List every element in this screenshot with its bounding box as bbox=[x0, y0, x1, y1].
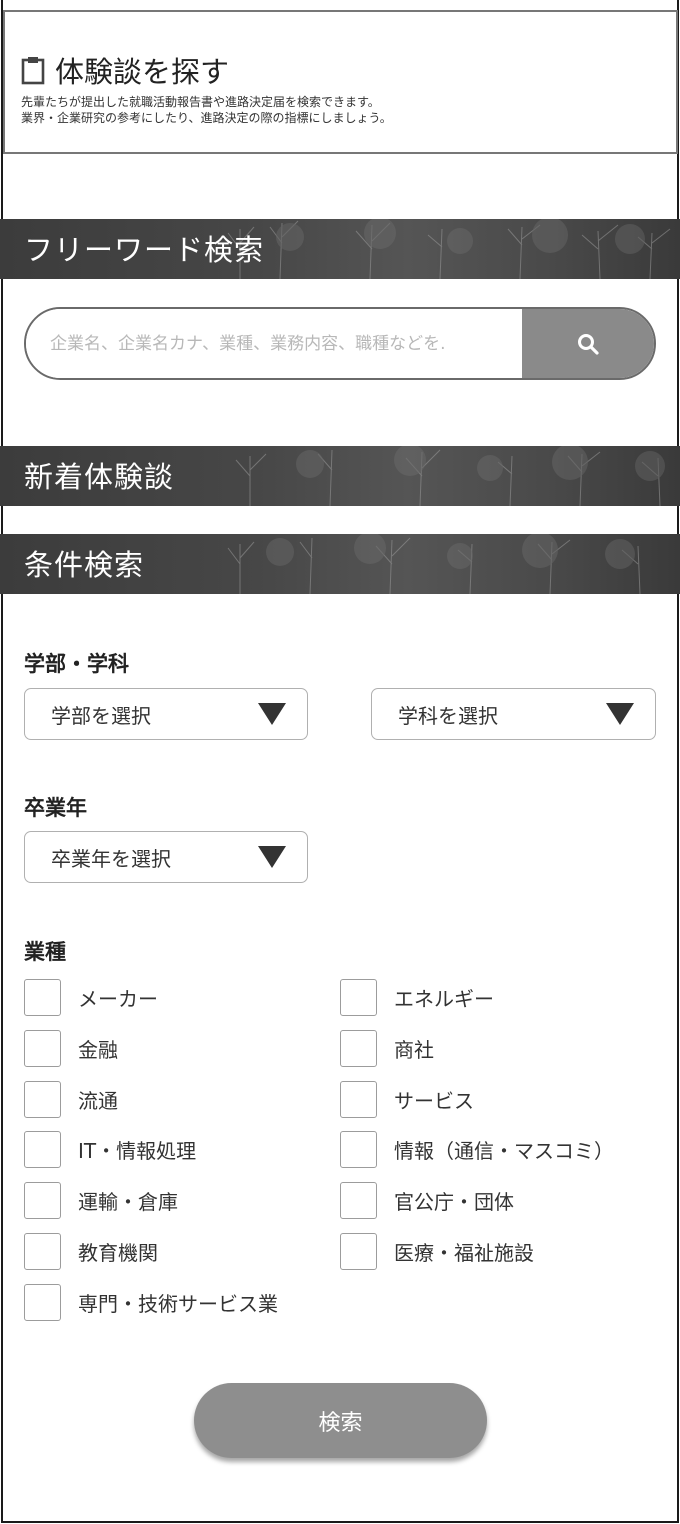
checkbox-label: 金融 bbox=[78, 1037, 118, 1062]
checkbox[interactable] bbox=[24, 1283, 61, 1321]
industry-label: 業種 bbox=[24, 940, 66, 964]
industry-checkbox-item[interactable]: 商社 bbox=[340, 1029, 434, 1067]
section-background-photo bbox=[227, 219, 671, 279]
checkbox-label: 官公庁・団体 bbox=[394, 1189, 514, 1214]
department-select-value: 学科を選択 bbox=[398, 703, 498, 728]
industry-checkbox-item[interactable]: 運輸・倉庫 bbox=[24, 1181, 178, 1219]
graduation-year-select-value: 卒業年を選択 bbox=[51, 846, 171, 871]
clipboard-icon bbox=[21, 55, 45, 85]
checkbox-label: 専門・技術サービス業 bbox=[78, 1291, 278, 1316]
checkbox[interactable] bbox=[340, 1080, 377, 1118]
checkbox[interactable] bbox=[24, 1080, 61, 1118]
checkbox-label: 運輸・倉庫 bbox=[78, 1189, 178, 1214]
page-title: 体験談を探す bbox=[21, 50, 229, 90]
industry-checkbox-item[interactable]: サービス bbox=[340, 1080, 474, 1118]
checkbox[interactable] bbox=[340, 1130, 377, 1168]
checkbox[interactable] bbox=[24, 1130, 61, 1168]
page-header: 体験談を探す 先輩たちが提出した就職活動報告書や進路決定届を検索できます。 業界… bbox=[3, 10, 678, 154]
checkbox[interactable] bbox=[24, 978, 61, 1016]
dropdown-arrow-icon bbox=[258, 703, 286, 725]
section-background-photo bbox=[227, 534, 641, 594]
faculty-label: 学部・学科 bbox=[24, 652, 129, 676]
checkbox-label: IT・情報処理 bbox=[78, 1138, 197, 1163]
search-input[interactable] bbox=[26, 309, 522, 378]
dropdown-arrow-icon bbox=[258, 846, 286, 868]
industry-checkbox-item[interactable]: IT・情報処理 bbox=[24, 1130, 196, 1168]
checkbox-label: 教育機関 bbox=[78, 1240, 158, 1265]
checkbox[interactable] bbox=[24, 1029, 61, 1067]
section-background-photo bbox=[235, 446, 665, 506]
checkbox[interactable] bbox=[24, 1181, 61, 1219]
checkbox-label: 流通 bbox=[78, 1088, 118, 1113]
section-header-free-word: フリーワード検索 bbox=[0, 219, 680, 279]
section-header-new-stories[interactable]: 新着体験談 bbox=[0, 446, 680, 506]
checkbox-label: サービス bbox=[394, 1088, 474, 1113]
industry-checkbox-item[interactable]: メーカー bbox=[24, 978, 158, 1016]
industry-checkbox-item[interactable]: 官公庁・団体 bbox=[340, 1181, 514, 1219]
industry-checkbox-item[interactable]: 専門・技術サービス業 bbox=[24, 1283, 278, 1321]
checkbox-label: エネルギー bbox=[394, 986, 494, 1011]
industry-checkbox-item[interactable]: 流通 bbox=[24, 1080, 118, 1118]
page-description-line: 先輩たちが提出した就職活動報告書や進路決定届を検索できます。 bbox=[21, 95, 380, 109]
free-word-search bbox=[24, 307, 656, 380]
dropdown-arrow-icon bbox=[606, 703, 634, 725]
industry-checkbox-item[interactable]: 金融 bbox=[24, 1029, 118, 1067]
checkbox[interactable] bbox=[340, 1029, 377, 1067]
checkbox-label: 情報（通信・マスコミ） bbox=[394, 1138, 614, 1163]
graduation-year-label: 卒業年 bbox=[24, 796, 87, 820]
checkbox[interactable] bbox=[340, 1181, 377, 1219]
industry-checkbox-item[interactable]: エネルギー bbox=[340, 978, 494, 1016]
section-title: 新着体験談 bbox=[24, 460, 175, 494]
page-description-line: 業界・企業研究の参考にしたり、進路決定の際の指標にしましょう。 bbox=[21, 111, 392, 125]
industry-checkbox-item[interactable]: 情報（通信・マスコミ） bbox=[340, 1130, 614, 1168]
graduation-year-select[interactable]: 卒業年を選択 bbox=[24, 831, 308, 883]
checkbox[interactable] bbox=[24, 1232, 61, 1270]
checkbox-label: 医療・福祉施設 bbox=[394, 1240, 534, 1265]
search-submit-button[interactable]: 検索 bbox=[194, 1383, 487, 1458]
faculty-select-value: 学部を選択 bbox=[51, 703, 151, 728]
faculty-select[interactable]: 学部を選択 bbox=[24, 688, 308, 740]
section-title: フリーワード検索 bbox=[24, 233, 265, 267]
search-button[interactable] bbox=[522, 309, 654, 378]
checkbox[interactable] bbox=[340, 1232, 377, 1270]
page-description: 先輩たちが提出した就職活動報告書や進路決定届を検索できます。 業界・企業研究の参… bbox=[21, 94, 392, 126]
section-header-condition-search: 条件検索 bbox=[0, 534, 680, 594]
checkbox-label: メーカー bbox=[78, 986, 158, 1011]
search-icon bbox=[578, 333, 599, 355]
checkbox-label: 商社 bbox=[394, 1037, 434, 1062]
section-title: 条件検索 bbox=[24, 548, 145, 582]
checkbox[interactable] bbox=[340, 978, 377, 1016]
page-title-text: 体験談を探す bbox=[55, 55, 230, 89]
industry-checkbox-item[interactable]: 医療・福祉施設 bbox=[340, 1232, 534, 1270]
industry-checkbox-item[interactable]: 教育機関 bbox=[24, 1232, 158, 1270]
department-select[interactable]: 学科を選択 bbox=[371, 688, 656, 740]
